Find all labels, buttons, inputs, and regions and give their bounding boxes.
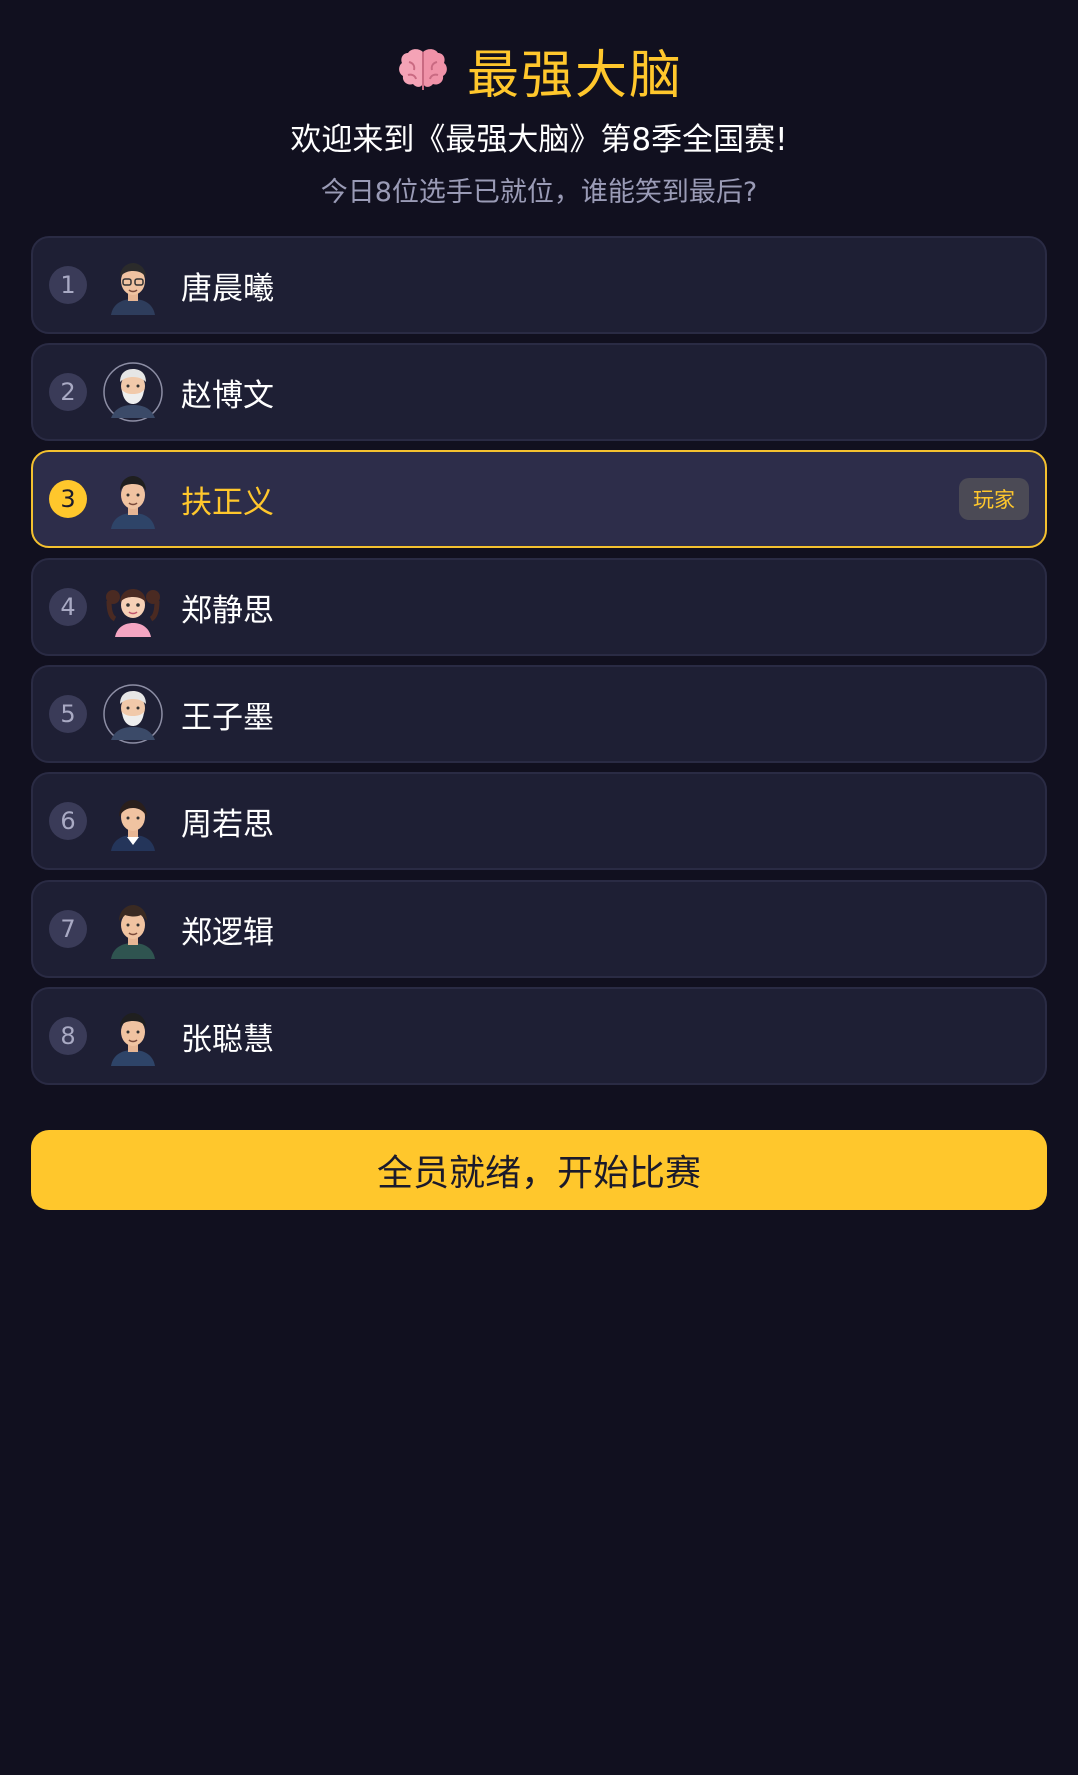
- rank-number: 3: [49, 480, 87, 518]
- rank-number: 1: [49, 266, 87, 304]
- player-name: 郑逻辑: [181, 914, 274, 951]
- young-man-avatar: [111, 476, 155, 529]
- player-row[interactable]: 8 张聪慧: [31, 987, 1047, 1085]
- player-name: 郑静思: [181, 592, 274, 629]
- player-name: 周若思: [181, 806, 274, 843]
- rank-number: 2: [49, 373, 87, 411]
- player-name: 王子墨: [181, 699, 274, 736]
- player-row[interactable]: 2 赵博文: [31, 343, 1047, 441]
- player-name: 赵博文: [181, 377, 274, 414]
- brain-icon: [399, 49, 447, 90]
- young-woman-avatar: [111, 800, 155, 851]
- title-text: 最强大脑: [466, 45, 683, 106]
- start-match-button[interactable]: 全员就绪，开始比赛: [31, 1130, 1047, 1210]
- player-badge: 玩家: [959, 478, 1029, 520]
- welcome-subtitle: 欢迎来到《最强大脑》第8季全国赛!: [290, 122, 788, 158]
- young-man-green-avatar: [111, 905, 155, 959]
- player-name: 扶正义: [181, 484, 274, 521]
- player-row[interactable]: 6 周若思: [31, 772, 1047, 870]
- rank-number: 8: [49, 1017, 87, 1055]
- rank-number: 6: [49, 802, 87, 840]
- girl-pigtails-avatar: [106, 589, 160, 637]
- player-row-selected[interactable]: 3 扶正义 玩家: [31, 450, 1047, 548]
- player-row[interactable]: 5 王子墨: [31, 665, 1047, 763]
- player-row[interactable]: 7 郑逻辑: [31, 880, 1047, 978]
- player-name: 唐晨曦: [181, 270, 274, 307]
- player-row[interactable]: 1 唐晨曦: [31, 236, 1047, 334]
- page-title: 最强大脑: [0, 38, 1078, 106]
- player-name: 张聪慧: [181, 1021, 274, 1058]
- old-man-beard-avatar: [103, 362, 163, 422]
- rank-number: 4: [49, 588, 87, 626]
- young-man-avatar: [111, 1013, 155, 1066]
- rank-number: 7: [49, 910, 87, 948]
- tagline: 今日8位选手已就位，谁能笑到最后?: [320, 177, 758, 208]
- old-man-beard-avatar: [103, 684, 163, 744]
- rank-number: 5: [49, 695, 87, 733]
- man-glasses-avatar: [111, 263, 155, 315]
- player-row[interactable]: 4 郑静思: [31, 558, 1047, 656]
